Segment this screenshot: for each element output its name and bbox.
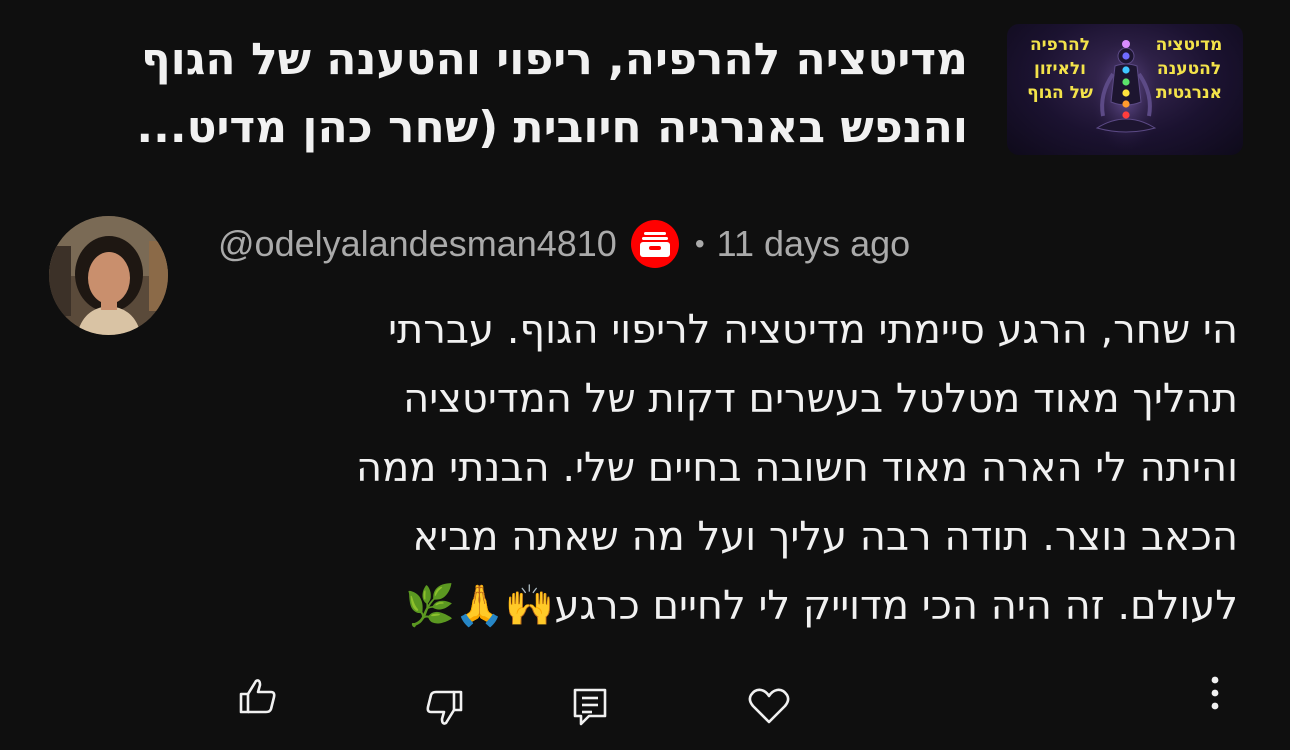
- comment-line: תהליך מאוד מטלטל בעשרים דקות של המדיטציה: [403, 376, 1238, 422]
- comment-line: לעולם. זה היה הכי מדוייק לי לחיים כרגע🙌🙏…: [405, 583, 1238, 629]
- comment-line: הכאב נוצר. תודה רבה עליך ועל מה שאתה מבי…: [412, 514, 1238, 560]
- comment-header: @odelyalandesman4810 • 11 days ago: [218, 220, 910, 268]
- avatar[interactable]: [49, 216, 168, 335]
- heart-button[interactable]: [742, 682, 796, 730]
- video-title[interactable]: מדיטציה להרפיה, ריפוי והטענה של הגוף והנ…: [48, 26, 968, 162]
- dislike-button[interactable]: [418, 684, 470, 732]
- separator-dot: •: [694, 228, 705, 259]
- video-title-line-2: והנפש באנרגיה חיובית (שחר כהן מדיט...: [136, 102, 968, 153]
- heart-icon: [748, 688, 790, 724]
- comment-body: הי שחר, הרגע סיימתי מדיטציה לריפוי הגוף.…: [218, 296, 1238, 641]
- comment-line: והיתה לי הארה מאוד חשובה בחיים שלי. הבנת…: [355, 445, 1238, 491]
- reply-button[interactable]: [564, 682, 616, 732]
- more-vertical-icon: [1211, 676, 1219, 710]
- thumbnail-text-left: להרפיה ולאיזון של הגוף: [1013, 33, 1107, 105]
- thumbnail-text-right: מדיטציה להטענה אנרגטית: [1143, 33, 1235, 105]
- comment-timestamp[interactable]: 11 days ago: [717, 223, 910, 265]
- youtube-member-icon: [630, 220, 679, 268]
- thumbnail-text: להטענה: [1156, 59, 1222, 79]
- thumbnail-text: להרפיה: [1029, 35, 1091, 55]
- comment-author[interactable]: @odelyalandesman4810: [218, 223, 617, 265]
- thumbnail-text: מדיטציה: [1155, 35, 1223, 55]
- thumbnail-text: של הגוף: [1027, 83, 1093, 103]
- more-options-button[interactable]: [1196, 672, 1234, 714]
- reply-icon: [573, 688, 607, 726]
- comment-line: הי שחר, הרגע סיימתי מדיטציה לריפוי הגוף.…: [388, 307, 1238, 353]
- thumbnail-text: אנרגטית: [1155, 83, 1223, 103]
- video-title-line-1: מדיטציה להרפיה, ריפוי והטענה של הגוף: [140, 34, 968, 85]
- like-button[interactable]: [232, 672, 284, 720]
- thumbs-down-icon: [426, 690, 463, 725]
- video-thumbnail[interactable]: מדיטציה להטענה אנרגטית להרפיה ולאיזון של…: [1007, 24, 1243, 155]
- thumbs-up-icon: [239, 679, 276, 714]
- thumbnail-text: ולאיזון: [1034, 59, 1086, 79]
